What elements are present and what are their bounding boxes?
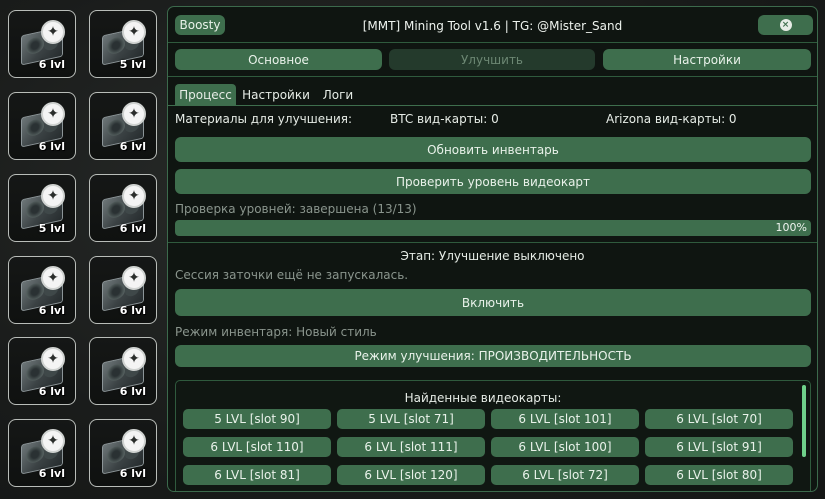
btc-cards-count: BTC вид-карты: 0 [390,112,499,126]
slot-level: 6 lvl [38,467,65,480]
level-check-progress: 100% [175,220,811,236]
progress-text: 100% [775,221,807,234]
inventory-slot[interactable]: ✦ 6 lvl [8,256,76,324]
inventory-slot[interactable]: ✦ 6 lvl [89,337,157,405]
star-badge-icon: ✦ [122,266,146,290]
inventory-slot[interactable]: ✦ 6 lvl [89,256,157,324]
star-badge-icon: ✦ [41,20,65,44]
divider [168,42,817,43]
found-card[interactable]: 6 LVL [slot 111] [337,437,485,457]
inventory-slot[interactable]: ✦ 5 lvl [89,10,157,78]
inventory-slot[interactable]: ✦ 6 lvl [8,92,76,160]
star-badge-icon: ✦ [122,347,146,371]
inventory-slot[interactable]: ✦ 6 lvl [8,419,76,487]
found-card[interactable]: 6 LVL [slot 70] [645,409,793,429]
star-badge-icon: ✦ [122,102,146,126]
scrollbar[interactable] [802,385,806,457]
inventory-slot[interactable]: ✦ 6 lvl [89,174,157,242]
close-button[interactable]: × [758,15,813,35]
inventory-slot[interactable]: ✦ 6 lvl [89,92,157,160]
star-badge-icon: ✦ [41,102,65,126]
found-card[interactable]: 5 LVL [slot 71] [337,409,485,429]
progress-fill [175,220,811,236]
star-badge-icon: ✦ [122,429,146,453]
tab-settings[interactable]: Настройки [603,49,811,70]
tab-main[interactable]: Основное [175,49,382,70]
slot-level: 6 lvl [119,385,146,398]
star-badge-icon: ✦ [122,20,146,44]
inventory-slot[interactable]: ✦ 5 lvl [8,174,76,242]
found-card[interactable]: 6 LVL [slot 120] [337,465,485,485]
slot-level: 6 lvl [38,385,65,398]
subtab-logs[interactable]: Логи [320,84,356,105]
divider [168,76,817,77]
inventory-panel: ✦ 6 lvl ✦ 5 lvl ✦ 6 lvl ✦ 6 lvl ✦ 5 lvl … [0,0,166,499]
star-badge-icon: ✦ [41,184,65,208]
mining-tool-window: Boosty [MMT] Mining Tool v1.6 | TG: @Mis… [167,6,818,492]
tab-underline [168,105,817,106]
found-card[interactable]: 6 LVL [slot 91] [645,437,793,457]
found-card[interactable]: 6 LVL [slot 101] [491,409,639,429]
slot-level: 5 lvl [119,58,146,71]
session-status: Сессия заточки ещё не запускалась. [175,268,409,282]
slot-level: 5 lvl [38,222,65,235]
slot-level: 6 lvl [38,140,65,153]
found-cards-panel: Найденные видеокарты: 5 LVL [slot 90] 5 … [175,380,811,491]
slot-level: 6 lvl [119,222,146,235]
arizona-cards-count: Arizona вид-карты: 0 [606,112,737,126]
found-card[interactable]: 6 LVL [slot 80] [645,465,793,485]
slot-level: 6 lvl [119,140,146,153]
inventory-slot[interactable]: ✦ 6 lvl [8,10,76,78]
slot-level: 6 lvl [38,58,65,71]
window-title: [MMT] Mining Tool v1.6 | TG: @Mister_San… [362,19,623,33]
inventory-mode-label: Режим инвентаря: Новый стиль [175,325,377,339]
found-card[interactable]: 6 LVL [slot 72] [491,465,639,485]
found-card[interactable]: 6 LVL [slot 81] [183,465,331,485]
divider [168,242,817,243]
star-badge-icon: ✦ [41,347,65,371]
level-check-status: Проверка уровней: завершена (13/13) [175,202,417,216]
subtab-settings[interactable]: Настройки [242,84,310,105]
check-levels-button[interactable]: Проверить уровень видеокарт [175,169,811,194]
slot-level: 6 lvl [38,304,65,317]
star-badge-icon: ✦ [41,429,65,453]
slot-level: 6 lvl [119,304,146,317]
close-icon: × [779,19,792,31]
materials-label: Материалы для улучшения: [175,112,353,126]
found-cards-title: Найденные видеокарты: [404,391,562,405]
inventory-slot[interactable]: ✦ 6 lvl [89,419,157,487]
star-badge-icon: ✦ [122,184,146,208]
found-card[interactable]: 6 LVL [slot 110] [183,437,331,457]
star-badge-icon: ✦ [41,266,65,290]
inventory-slot[interactable]: ✦ 6 lvl [8,337,76,405]
enable-button[interactable]: Включить [175,289,811,316]
upgrade-mode-button[interactable]: Режим улучшения: ПРОИЗВОДИТЕЛЬНОСТЬ [175,345,811,367]
stage-status: Этап: Улучшение выключено [400,249,585,263]
found-card[interactable]: 6 LVL [slot 100] [491,437,639,457]
subtab-process[interactable]: Процесс [175,84,236,105]
title-bar: Boosty [MMT] Mining Tool v1.6 | TG: @Mis… [168,7,817,41]
found-card[interactable]: 5 LVL [slot 90] [183,409,331,429]
tab-upgrade[interactable]: Улучшить [389,49,595,70]
refresh-inventory-button[interactable]: Обновить инвентарь [175,137,811,162]
slot-level: 6 lvl [119,467,146,480]
